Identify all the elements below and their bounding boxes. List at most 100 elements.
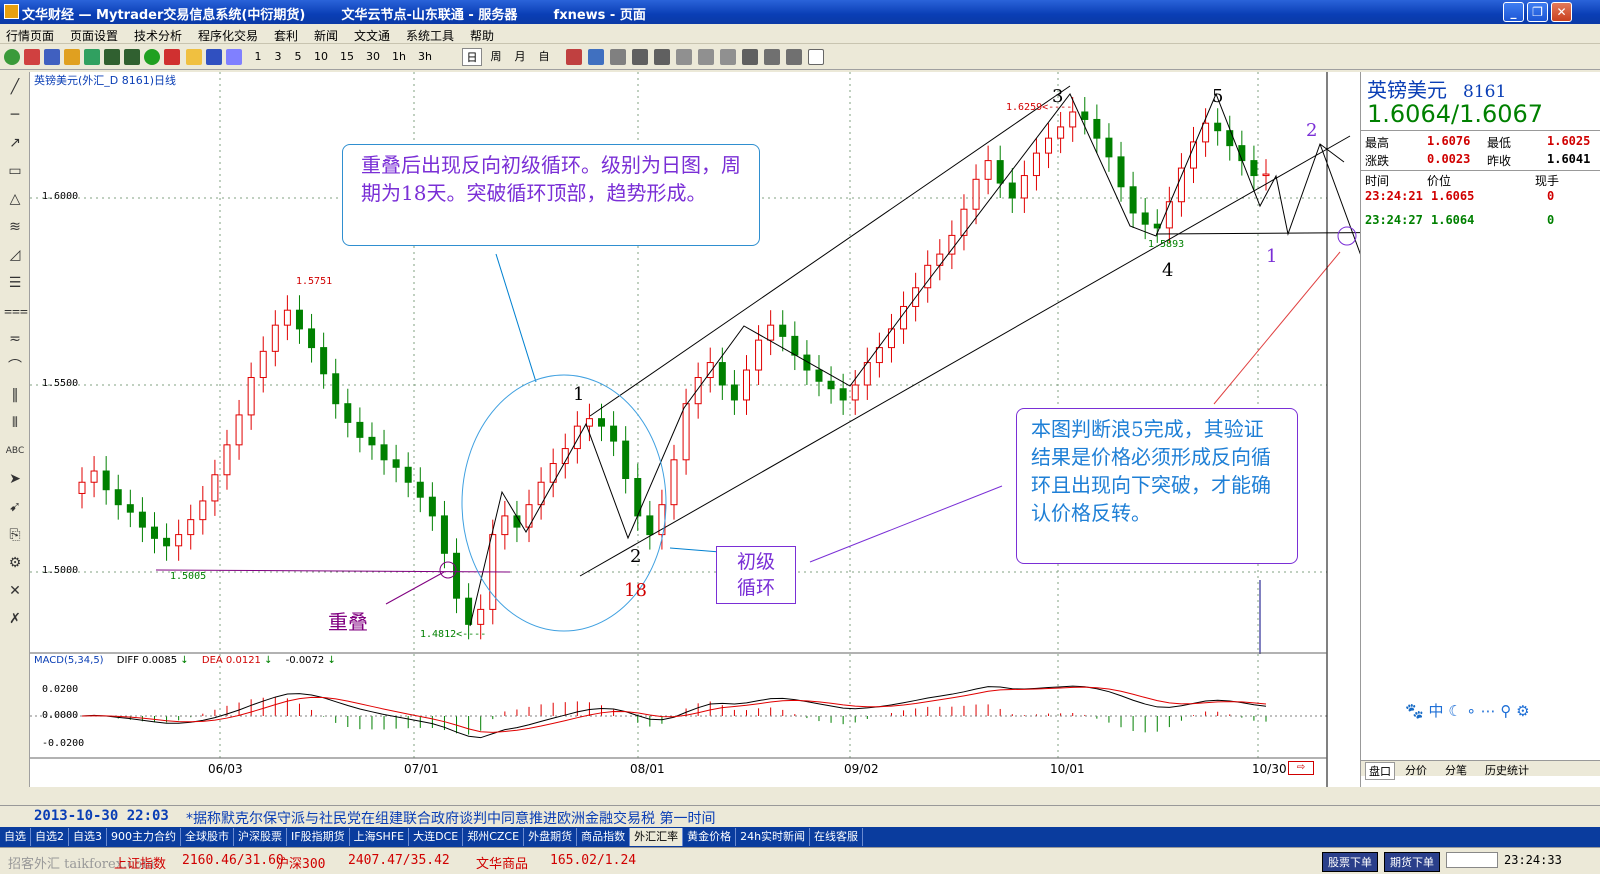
market-tab[interactable]: 郑州CZCE	[463, 828, 525, 846]
period-button-active[interactable]: 日	[462, 48, 482, 66]
news-headline[interactable]: *据称默克尔保守派与社民党在组建联合政府谈判中同意推进欧洲金融交易税 第一时间	[186, 808, 715, 828]
ray-tool-icon[interactable]: ↗	[4, 132, 26, 154]
menu-item[interactable]: 文文通	[354, 27, 390, 44]
menu-item[interactable]: 系统工具	[406, 27, 454, 44]
market-tab[interactable]: IF股指期货	[287, 828, 350, 846]
market-tab[interactable]: 自选2	[31, 828, 69, 846]
minimize-button[interactable]: _	[1503, 2, 1524, 22]
period-tool-icon[interactable]: ⦀	[4, 412, 26, 434]
period-button[interactable]: 3	[270, 48, 286, 66]
market-tab[interactable]: 外盘期货	[524, 828, 578, 846]
zoom-out-icon[interactable]	[124, 49, 140, 65]
table-icon[interactable]	[632, 49, 648, 65]
list-icon[interactable]	[654, 49, 670, 65]
move-tool-icon[interactable]: ➹	[4, 496, 26, 518]
period-button[interactable]: 15	[336, 48, 358, 66]
settings-tool-icon[interactable]: ⚙	[4, 552, 26, 574]
chart-area[interactable]: 英镑美元(外汇_D 8161)日线 1.6000 1.5500 1.5000 1…	[30, 72, 1381, 787]
signal-icon[interactable]	[164, 49, 180, 65]
delete-all-tool-icon[interactable]: ✗	[4, 608, 26, 630]
market-tab[interactable]: 全球股市	[181, 828, 234, 846]
print-icon[interactable]	[226, 49, 242, 65]
fib-tool-icon[interactable]: ☰	[4, 272, 26, 294]
tab-trades[interactable]: 分笔	[1445, 762, 1467, 778]
market-tab[interactable]: 黄金价格	[683, 828, 737, 846]
period-button[interactable]: 3h	[414, 48, 436, 66]
period-button[interactable]: 自	[534, 48, 554, 66]
title-bar[interactable]: 文华财经 — Mytrader交易信息系统(中衍期货) 文华云节点-山东联通 -…	[0, 0, 1600, 24]
select-tool-icon[interactable]: ➤	[4, 468, 26, 490]
menu-item[interactable]: 程序化交易	[198, 27, 258, 44]
market-tab[interactable]: 自选3	[69, 828, 107, 846]
macd-value: -0.0072	[285, 655, 325, 666]
period-button[interactable]: 30	[362, 48, 384, 66]
market-tab[interactable]: 自选	[0, 828, 31, 846]
grid-icon[interactable]	[610, 49, 626, 65]
refresh-icon[interactable]	[144, 49, 160, 65]
copy-icon[interactable]	[786, 49, 802, 65]
window-icon[interactable]	[698, 49, 714, 65]
menu-item[interactable]: 行情页面	[6, 27, 54, 44]
rect-tool-icon[interactable]: ▭	[4, 160, 26, 182]
bars-icon[interactable]	[44, 49, 60, 65]
maximize-button[interactable]: ❐	[1527, 2, 1548, 22]
draw-icon[interactable]	[566, 49, 582, 65]
layout-icon[interactable]	[588, 49, 604, 65]
market-tab[interactable]: 900主力合约	[107, 828, 181, 846]
menu-item[interactable]: 技术分析	[134, 27, 182, 44]
line-tool-icon[interactable]: ╱	[4, 76, 26, 98]
futures-order-button[interactable]: 期货下单	[1384, 852, 1440, 872]
market-tab[interactable]: 24h实时新闻	[736, 828, 811, 846]
market-tab[interactable]: 上海SHFE	[350, 828, 410, 846]
channel-tool-icon[interactable]: ≋	[4, 216, 26, 238]
split-icon[interactable]	[676, 49, 692, 65]
menu-item[interactable]: 新闻	[314, 27, 338, 44]
market-tab[interactable]: 沪深股票	[234, 828, 287, 846]
tab-price-distribution[interactable]: 分价	[1405, 762, 1427, 778]
exit-icon[interactable]	[808, 49, 824, 65]
fan-tool-icon[interactable]: ◿	[4, 244, 26, 266]
menu-item[interactable]: 套利	[274, 27, 298, 44]
text-tool-icon[interactable]: ABC	[4, 440, 26, 462]
market-tab[interactable]: 在线客服	[810, 828, 864, 846]
close-button[interactable]: ✕	[1551, 2, 1572, 22]
tools-icon[interactable]	[742, 49, 758, 65]
market-tab[interactable]: 商品指数	[577, 828, 631, 846]
period-button[interactable]: 周	[486, 48, 506, 66]
hline-tool-icon[interactable]: ─	[4, 104, 26, 126]
indicator-icon[interactable]	[84, 49, 100, 65]
period-button[interactable]: 10	[310, 48, 332, 66]
ruler-icon[interactable]	[764, 49, 780, 65]
window2-icon[interactable]	[720, 49, 736, 65]
tab-order-book[interactable]: 盘口	[1365, 762, 1395, 780]
delete-tool-icon[interactable]: ✕	[4, 580, 26, 602]
toolbar-icons[interactable]: 🐾 中 ☾ ∘ ⋯ ⚲ ⚙	[1405, 700, 1530, 721]
market-tab[interactable]: 大连DCE	[409, 828, 464, 846]
period-button[interactable]: 月	[510, 48, 530, 66]
back-icon[interactable]	[4, 49, 20, 65]
menu-item[interactable]: 帮助	[470, 27, 494, 44]
zoom-in-icon[interactable]	[104, 49, 120, 65]
open-folder-icon[interactable]	[186, 49, 202, 65]
market-tab[interactable]: 外汇汇率	[630, 828, 684, 846]
triangle-tool-icon[interactable]: △	[4, 188, 26, 210]
period-button[interactable]: 1h	[388, 48, 410, 66]
period-button[interactable]: 5	[290, 48, 306, 66]
menu-item[interactable]: 页面设置	[70, 27, 118, 44]
news-ticker[interactable]: 2013-10-30 22:03 *据称默克尔保守派与社民党在组建联合政府谈判中…	[0, 805, 1600, 827]
copy-tool-icon[interactable]: ⎘	[4, 524, 26, 546]
stock-order-button[interactable]: 股票下单	[1322, 852, 1378, 872]
gann-tool-icon[interactable]: ⩶	[4, 300, 28, 322]
tab-history[interactable]: 历史统计	[1485, 762, 1529, 778]
y-tick: 1.6000	[42, 191, 79, 202]
period-button[interactable]: 1	[250, 48, 266, 66]
star-icon[interactable]	[64, 49, 80, 65]
save-icon[interactable]	[206, 49, 222, 65]
scroll-right-arrow[interactable]: ⇨	[1288, 761, 1314, 775]
chart-icon[interactable]	[24, 49, 40, 65]
levels-tool-icon[interactable]: ≂	[4, 328, 26, 350]
candle-body	[416, 481, 424, 498]
order-input[interactable]	[1446, 852, 1498, 868]
cycle-tool-icon[interactable]: ‖	[4, 384, 26, 406]
arc-tool-icon[interactable]: ⌒	[4, 356, 26, 378]
